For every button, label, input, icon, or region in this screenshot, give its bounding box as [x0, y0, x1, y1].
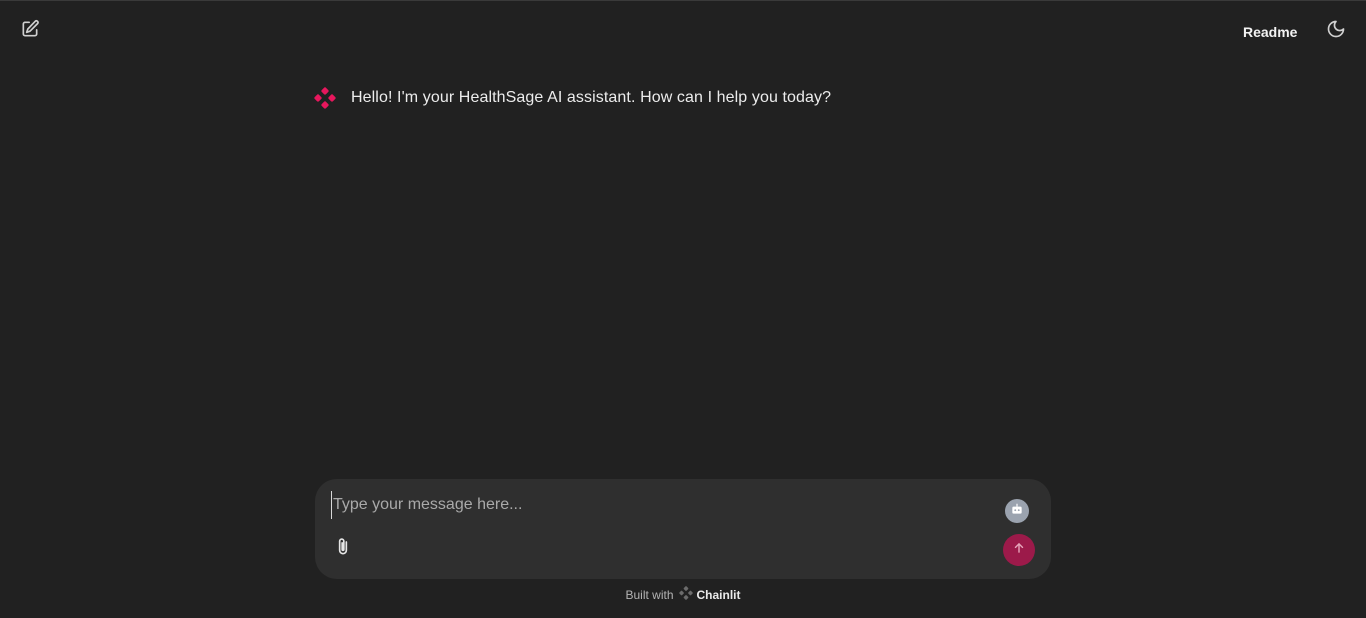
- attach-file-button[interactable]: [331, 537, 355, 561]
- paperclip-icon: [333, 537, 353, 562]
- message-composer: [315, 479, 1051, 579]
- chat-settings-button[interactable]: [1005, 499, 1029, 523]
- readme-button[interactable]: Readme: [1234, 21, 1306, 43]
- chainlit-logo-icon: [678, 586, 693, 603]
- arrow-up-icon: [1012, 541, 1026, 560]
- built-with-text: Built with: [625, 587, 674, 602]
- message-input[interactable]: [331, 491, 975, 519]
- chainlit-brand-name: Chainlit: [696, 587, 741, 602]
- message-text: Hello! I'm your HealthSage AI assistant.…: [351, 89, 832, 106]
- chat-app: Readme Hello! I'm your HealthSage AI ass…: [0, 0, 1366, 618]
- edit-icon: [20, 19, 40, 44]
- assistant-message: Hello! I'm your HealthSage AI assistant.…: [314, 87, 831, 109]
- moon-icon: [1326, 19, 1346, 44]
- assistant-logo-icon: [314, 87, 336, 109]
- new-chat-button[interactable]: [14, 15, 46, 47]
- theme-toggle-button[interactable]: [1320, 15, 1352, 47]
- footer: Built with Chainlit: [0, 586, 1366, 603]
- send-button[interactable]: [1003, 534, 1035, 566]
- chainlit-link[interactable]: Chainlit: [678, 586, 741, 603]
- robot-icon: [1010, 502, 1024, 521]
